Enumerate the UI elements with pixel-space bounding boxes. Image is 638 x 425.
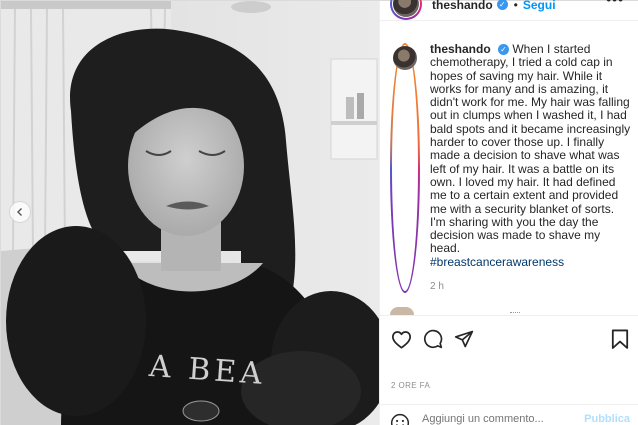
header-separator: • [513, 0, 518, 12]
caption-username[interactable]: theshando [430, 42, 491, 56]
post-date[interactable]: 2 ORE FA [391, 381, 430, 390]
paper-plane-icon [454, 330, 474, 348]
emoji-smile-icon [390, 413, 410, 425]
emoji-button[interactable] [390, 413, 410, 425]
heart-icon [391, 330, 411, 349]
save-button[interactable] [609, 328, 631, 350]
caption-body: theshando ✓ When I started chemotherapy,… [430, 42, 632, 293]
verified-badge-icon: ✓ [496, 0, 508, 10]
comment-bubble-icon [423, 329, 443, 349]
caption-text: When I started chemotherapy, I tried a c… [430, 42, 631, 256]
comment-button[interactable] [422, 328, 444, 350]
caption-time[interactable]: 2 h [430, 280, 632, 293]
add-comment-bar: Pubblica [380, 404, 638, 425]
hashtag-link[interactable]: #breastcancerawareness [430, 255, 632, 269]
bookmark-icon [611, 329, 629, 349]
post-side-panel: theshando ✓ • Segui ••• theshando ✓ When… [379, 0, 638, 425]
comment-avatar-peek [390, 307, 414, 315]
header-avatar[interactable] [390, 0, 422, 20]
post-photo[interactable]: A BEA [1, 1, 379, 425]
action-bar [380, 315, 638, 361]
like-button[interactable] [390, 328, 412, 350]
caption: theshando ✓ When I started chemotherapy,… [390, 42, 635, 294]
caption-avatar[interactable] [390, 43, 420, 294]
share-button[interactable] [453, 328, 475, 350]
more-horizontal-icon[interactable]: ••• [606, 0, 624, 7]
verified-badge-icon: ✓ [498, 44, 510, 55]
post-header: theshando ✓ • Segui ••• [380, 0, 638, 21]
chevron-left-icon [17, 208, 22, 216]
instagram-post: A BEA theshando ✓ • Segui ••• theshand [0, 0, 638, 425]
publish-button[interactable]: Pubblica [584, 413, 630, 425]
follow-button[interactable]: Segui [523, 0, 556, 12]
header-username[interactable]: theshando [432, 0, 493, 12]
comment-input[interactable] [422, 413, 572, 425]
carousel-previous-button[interactable] [9, 201, 31, 223]
